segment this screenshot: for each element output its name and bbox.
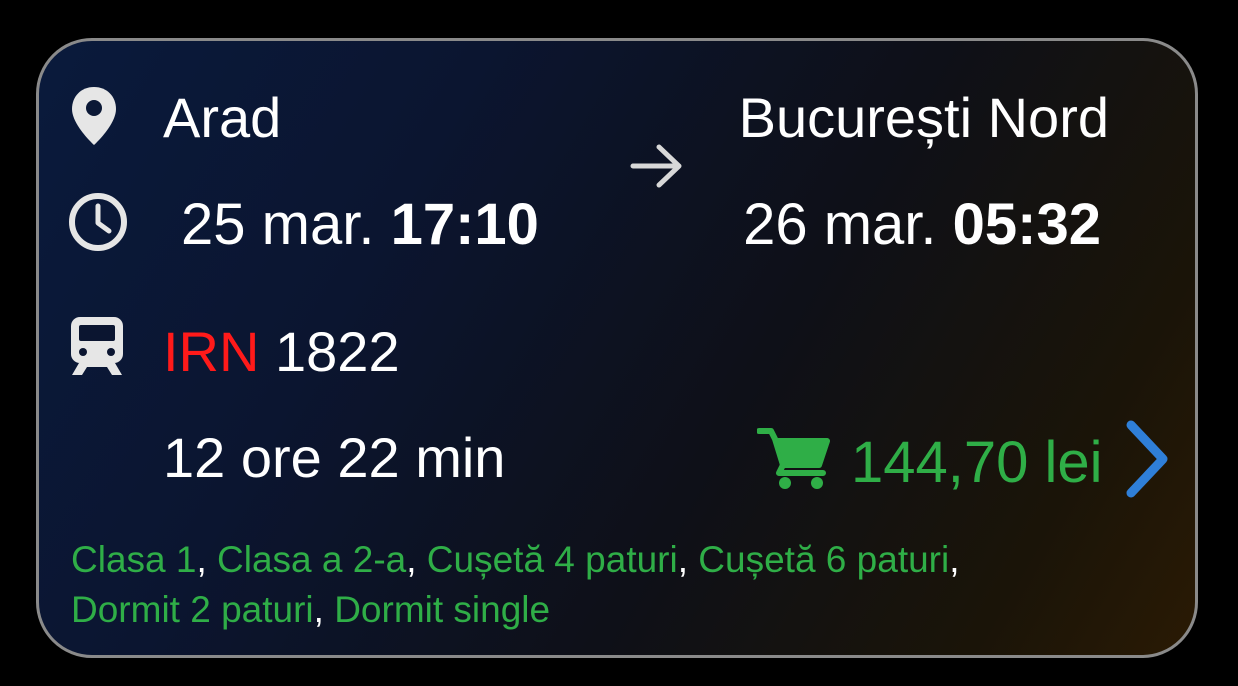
- departure-time: 17:10: [390, 192, 539, 257]
- departure-datetime: 25 mar. 17:10: [181, 191, 539, 258]
- train-number: 1822: [275, 320, 400, 383]
- class-item: Dormit single: [334, 589, 551, 630]
- location-pin-icon: [72, 87, 116, 145]
- shopping-cart-icon[interactable]: [757, 425, 831, 491]
- class-item: Clasa 1: [71, 539, 197, 580]
- origin-station: Arad: [163, 86, 282, 149]
- train-connection-card[interactable]: Arad București Nord 25 mar. 17:10 26 mar…: [36, 38, 1198, 658]
- arrow-right-icon: [630, 144, 682, 188]
- arrival-datetime: 26 mar. 05:32: [743, 191, 1101, 258]
- destination-station: București Nord: [738, 86, 1109, 149]
- arrival-date: 26 mar.: [743, 192, 937, 257]
- chevron-right-icon[interactable]: [1121, 419, 1173, 499]
- train-identifier: IRN 1822: [163, 319, 400, 384]
- class-item: Clasa a 2-a: [217, 539, 407, 580]
- class-item: Cușetă 6 paturi: [698, 539, 950, 580]
- train-icon: [71, 317, 123, 375]
- class-item: Dormit 2 paturi: [71, 589, 314, 630]
- clock-icon: [69, 193, 127, 251]
- departure-date: 25 mar.: [181, 192, 375, 257]
- ticket-price[interactable]: 144,70 lei: [851, 429, 1103, 496]
- trip-duration: 12 ore 22 min: [163, 426, 506, 489]
- arrival-time: 05:32: [952, 192, 1101, 257]
- class-item: Cușetă 4 paturi: [426, 539, 678, 580]
- available-classes: Clasa 1, Clasa a 2-a, Cușetă 4 paturi, C…: [71, 539, 960, 630]
- train-category: IRN: [163, 320, 260, 383]
